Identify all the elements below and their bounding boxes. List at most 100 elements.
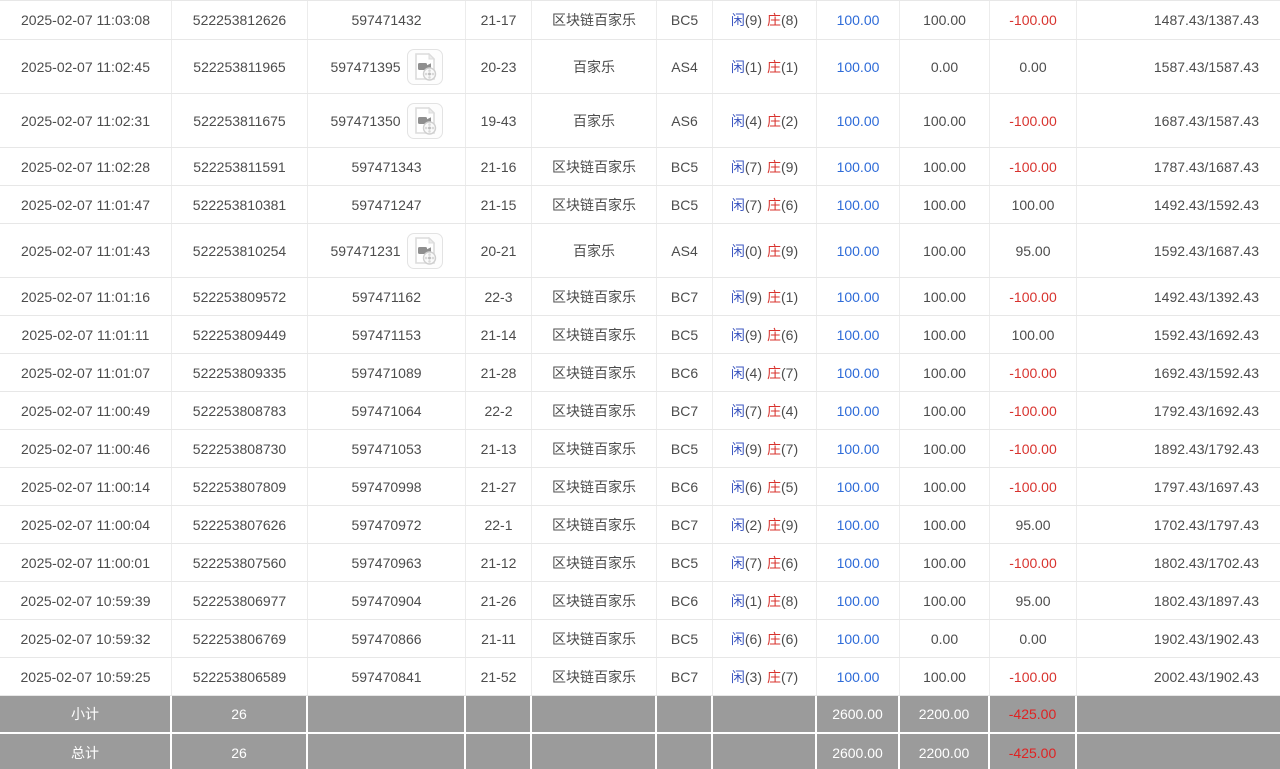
cell-bet-time: 2025-02-07 11:02:31 (0, 94, 172, 147)
table-row: 2025-02-07 11:00:14522253807809597470998… (0, 468, 1280, 506)
banker-label: 庄 (767, 479, 781, 495)
cell-bet-amount[interactable]: 100.00 (817, 658, 900, 695)
cell-game-result: 闲(6)庄(5) (713, 468, 817, 505)
cell-round-id: 597470972 (308, 506, 466, 543)
cell-win-loss: 100.00 (990, 316, 1077, 353)
cell-bet-time: 2025-02-07 11:01:16 (0, 278, 172, 315)
cell-game-name: 区块链百家乐 (532, 186, 657, 223)
cell-valid-amount: 100.00 (900, 94, 990, 147)
round-id-text: 597471162 (352, 289, 421, 305)
cell-balance: 1687.43/1587.43 (1077, 94, 1280, 147)
cell-bet-time: 2025-02-07 11:02:28 (0, 148, 172, 185)
cell-bet-time: 2025-02-07 11:01:47 (0, 186, 172, 223)
round-id-text: 597471350 (330, 113, 400, 129)
cell-order-id: 522253808730 (172, 430, 308, 467)
cell-valid-amount: 100.00 (900, 468, 990, 505)
round-id-text: 597471153 (352, 327, 421, 343)
cell-bet-amount[interactable]: 100.00 (817, 620, 900, 657)
cell-round-id: 597471064 (308, 392, 466, 429)
cell-table-round: 22-1 (466, 506, 532, 543)
cell-bet-amount[interactable]: 100.00 (817, 430, 900, 467)
banker-result: 庄(8) (767, 10, 798, 30)
player-label: 闲 (731, 403, 745, 419)
banker-score: (6) (781, 631, 798, 647)
cell-order-id: 522253808783 (172, 392, 308, 429)
player-label: 闲 (731, 113, 745, 129)
cell-game-result: 闲(9)庄(1) (713, 278, 817, 315)
table-row: 2025-02-07 11:01:16522253809572597471162… (0, 278, 1280, 316)
cell-bet-amount[interactable]: 100.00 (817, 506, 900, 543)
cell-valid-amount: 100.00 (900, 658, 990, 695)
player-result: 闲(2) (731, 515, 762, 535)
cell-table-round: 21-52 (466, 658, 532, 695)
cell-order-id: 522253806977 (172, 582, 308, 619)
cell-win-loss: 95.00 (990, 506, 1077, 543)
table-row: 2025-02-07 11:01:07522253809335597471089… (0, 354, 1280, 392)
cell-bet-time: 2025-02-07 11:00:49 (0, 392, 172, 429)
cell-game-name: 百家乐 (532, 40, 657, 93)
table-row: 2025-02-07 11:00:46522253808730597471053… (0, 430, 1280, 468)
cell-table-code: BC7 (657, 658, 713, 695)
banker-label: 庄 (767, 593, 781, 609)
cell-balance: 1492.43/1592.43 (1077, 186, 1280, 223)
cell-order-id: 522253811675 (172, 94, 308, 147)
cell-win-loss: 95.00 (990, 224, 1077, 277)
player-result: 闲(4) (731, 111, 762, 131)
cell-game-result: 闲(9)庄(8) (713, 1, 817, 39)
video-replay-icon (412, 107, 438, 135)
cell-bet-amount[interactable]: 100.00 (817, 40, 900, 93)
cell-bet-amount[interactable]: 100.00 (817, 468, 900, 505)
cell-balance: 1487.43/1387.43 (1077, 1, 1280, 39)
banker-score: (9) (781, 517, 798, 533)
banker-label: 庄 (767, 441, 781, 457)
cell-round-id: 597471432 (308, 1, 466, 39)
round-id-text: 597471343 (351, 159, 421, 175)
video-replay-button[interactable] (407, 49, 443, 85)
banker-score: (6) (781, 555, 798, 571)
banker-result: 庄(6) (767, 553, 798, 573)
cell-order-id: 522253809449 (172, 316, 308, 353)
player-label: 闲 (731, 289, 745, 305)
cell-bet-amount[interactable]: 100.00 (817, 224, 900, 277)
cell-bet-amount[interactable]: 100.00 (817, 1, 900, 39)
cell-bet-amount[interactable]: 100.00 (817, 186, 900, 223)
cell-win-loss: -100.00 (990, 468, 1077, 505)
cell-bet-amount[interactable]: 100.00 (817, 582, 900, 619)
cell-valid-amount: 100.00 (900, 354, 990, 391)
player-score: (9) (745, 289, 762, 305)
banker-result: 庄(4) (767, 401, 798, 421)
video-replay-button[interactable] (407, 233, 443, 269)
cell-bet-amount[interactable]: 100.00 (817, 544, 900, 581)
cell-bet-amount[interactable]: 100.00 (817, 392, 900, 429)
cell-round-id: 597471343 (308, 148, 466, 185)
cell-bet-time: 2025-02-07 11:00:01 (0, 544, 172, 581)
banker-score: (5) (781, 479, 798, 495)
cell-balance: 1592.43/1692.43 (1077, 316, 1280, 353)
cell-bet-amount[interactable]: 100.00 (817, 278, 900, 315)
cell-round-id: 597471153 (308, 316, 466, 353)
round-id-text: 597471231 (330, 243, 400, 259)
cell-bet-amount[interactable]: 100.00 (817, 94, 900, 147)
cell-bet-amount[interactable]: 100.00 (817, 354, 900, 391)
cell-game-result: 闲(2) 庄(9) (713, 506, 817, 543)
video-replay-icon (412, 237, 438, 265)
cell-table-code: AS4 (657, 224, 713, 277)
cell-bet-amount[interactable]: 100.00 (817, 316, 900, 353)
cell-table-code: BC5 (657, 1, 713, 39)
cell-table-code: BC6 (657, 468, 713, 505)
cell-game-name: 区块链百家乐 (532, 544, 657, 581)
video-replay-button[interactable] (407, 103, 443, 139)
banker-score: (7) (781, 441, 798, 457)
table-row: 2025-02-07 10:59:25522253806589597470841… (0, 658, 1280, 696)
cell-game-name: 区块链百家乐 (532, 430, 657, 467)
table-row: 2025-02-07 11:02:45522253811965597471395… (0, 40, 1280, 94)
banker-label: 庄 (767, 517, 781, 533)
round-id-text: 597470841 (351, 669, 421, 685)
cell-game-name: 区块链百家乐 (532, 1, 657, 39)
cell-table-round: 21-13 (466, 430, 532, 467)
cell-bet-amount[interactable]: 100.00 (817, 148, 900, 185)
cell-win-loss: -100.00 (990, 148, 1077, 185)
cell-game-name: 百家乐 (532, 224, 657, 277)
table-row: 2025-02-07 11:00:01522253807560597470963… (0, 544, 1280, 582)
banker-label: 庄 (767, 669, 781, 685)
